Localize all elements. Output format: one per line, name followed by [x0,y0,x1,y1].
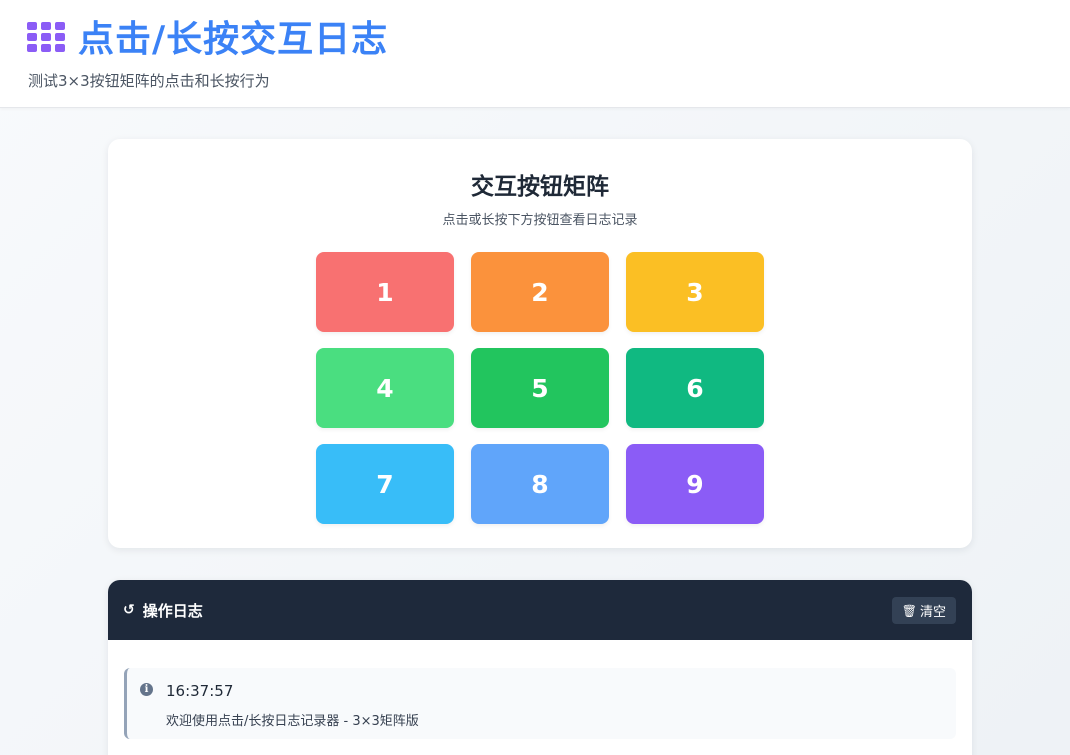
matrix-button-7[interactable]: 7 [316,444,454,524]
grid-icon [27,22,65,52]
matrix-button-2[interactable]: 2 [471,252,609,332]
page-subtitle: 测试3×3按钮矩阵的点击和长按行为 [28,72,270,90]
matrix-button-5[interactable]: 5 [471,348,609,428]
matrix-button-3[interactable]: 3 [626,252,764,332]
matrix-title: 交互按钮矩阵 [471,174,609,200]
button-grid: 1 2 3 4 5 6 7 8 9 [316,252,764,524]
log-header: ↻ 操作日志 🗑 清空 [108,580,972,640]
trash-icon: 🗑 [901,603,917,618]
button-matrix-card: 交互按钮矩阵 点击或长按下方按钮查看日志记录 1 2 3 4 5 6 7 8 9 [108,139,972,548]
log-title-row: ↻ 操作日志 [123,580,203,640]
log-entry: i 16:37:57 欢迎使用点击/长按日志记录器 - 3×3矩阵版 [124,668,956,739]
matrix-button-4[interactable]: 4 [316,348,454,428]
page-title: 点击/长按交互日志 [78,19,389,60]
log-entry-message: 欢迎使用点击/长按日志记录器 - 3×3矩阵版 [166,714,419,729]
log-list: i 16:37:57 欢迎使用点击/长按日志记录器 - 3×3矩阵版 [124,668,956,739]
info-icon: i [140,683,153,696]
log-title: 操作日志 [142,601,203,620]
header-title-row: 点击/长按交互日志 [27,12,388,60]
matrix-button-1[interactable]: 1 [316,252,454,332]
matrix-hint: 点击或长按下方按钮查看日志记录 [442,213,638,228]
matrix-button-9[interactable]: 9 [626,444,764,524]
matrix-button-8[interactable]: 8 [471,444,609,524]
clear-log-button[interactable]: 🗑 清空 [891,597,956,624]
clear-log-label: 清空 [919,605,946,620]
log-entry-time: 16:37:57 [166,682,234,700]
log-panel: ↻ 操作日志 🗑 清空 i 16:37:57 欢迎使用点击/长按日志记录器 - … [108,580,972,755]
matrix-button-6[interactable]: 6 [626,348,764,428]
app-header: 点击/长按交互日志 测试3×3按钮矩阵的点击和长按行为 [0,0,1070,108]
history-icon: ↻ [123,602,135,618]
